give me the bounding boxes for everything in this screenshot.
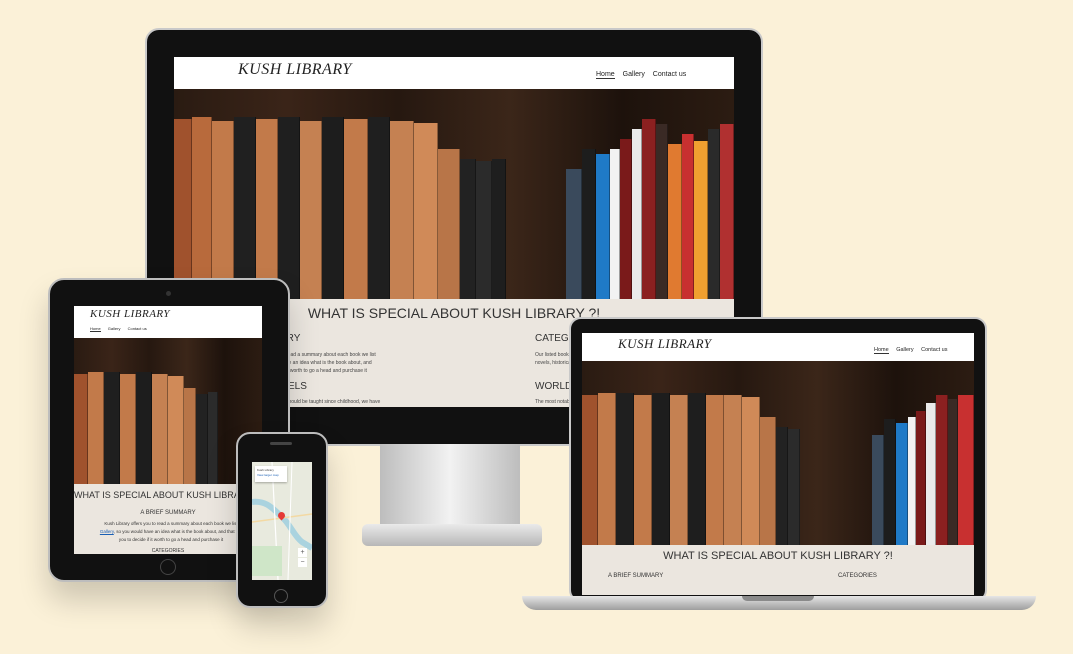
laptop-nav-home[interactable]: Home (874, 347, 889, 354)
laptop-screen: KUSH LIBRARY Home Gallery Contact us WHA… (582, 333, 974, 595)
laptop-nav: Home Gallery Contact us (868, 347, 947, 354)
tablet-camera (166, 291, 171, 296)
phone-home-button[interactable] (274, 589, 288, 603)
laptop-nav-gallery[interactable]: Gallery (896, 347, 913, 353)
laptop-brand[interactable]: KUSH LIBRARY (618, 336, 712, 352)
monitor-base (362, 524, 542, 546)
tablet-brand[interactable]: KUSH LIBRARY (90, 308, 170, 320)
tablet-screen: KUSH LIBRARY Home Gallery Contact us WHA… (74, 306, 262, 554)
tablet-nav-contact[interactable]: Contact us (128, 326, 147, 331)
desktop-header: KUSH LIBRARY Home Gallery Contact us (174, 57, 734, 89)
laptop-section-title: WHAT IS SPECIAL ABOUT KUSH LIBRARY ?! (663, 550, 893, 562)
nav-home[interactable]: Home (596, 71, 615, 79)
phone-speaker (270, 442, 292, 445)
novels-text: should be taught since childhood, we hav… (286, 399, 381, 405)
map-larger-link[interactable]: View larger map (257, 473, 285, 478)
tablet-nav-home[interactable]: Home (90, 326, 101, 332)
brand-logo[interactable]: KUSH LIBRARY (238, 61, 352, 79)
laptop-categories-heading: CATEGORIES (838, 573, 877, 579)
tablet-categories-heading: CATEGORIES (151, 548, 185, 554)
laptop-notch (742, 596, 814, 601)
map-info-card: Kush Library View larger map (255, 466, 287, 482)
tablet-home-button[interactable] (160, 559, 176, 575)
summary-text: read a summary about each book we list v… (286, 352, 376, 374)
nav-contact[interactable]: Contact us (653, 71, 686, 78)
tablet-nav-gallery[interactable]: Gallery (108, 326, 121, 331)
zoom-out-button[interactable]: − (298, 558, 307, 567)
tablet-summary-text: Kush Library offers you to read a summar… (99, 521, 243, 542)
world-heading: WORLD (535, 381, 573, 392)
hero-image (174, 89, 734, 299)
tablet-section: WHAT IS SPECIAL ABOUT KUSH LIBRARY ?! A … (74, 484, 262, 554)
nav-gallery[interactable]: Gallery (623, 71, 645, 78)
laptop-nav-contact[interactable]: Contact us (921, 347, 947, 353)
tablet-nav: Home Gallery Contact us (84, 326, 147, 332)
monitor-stand (380, 444, 520, 524)
tablet-summary-heading: A BRIEF SUMMARY (140, 510, 196, 516)
novels-heading-partial: ELS (288, 381, 307, 392)
laptop-hero (582, 361, 974, 545)
gallery-link[interactable]: Gallery (100, 529, 114, 534)
tablet-hero (74, 338, 262, 484)
laptop-section: WHAT IS SPECIAL ABOUT KUSH LIBRARY ?! A … (582, 545, 974, 595)
phone-screen: Kush Library View larger map + − (252, 462, 312, 580)
laptop-summary-heading: A BRIEF SUMMARY (608, 573, 664, 579)
tablet-section-title: WHAT IS SPECIAL ABOUT KUSH LIBRARY ?! (74, 490, 262, 500)
world-text: The most notable (535, 399, 574, 405)
nav-menu: Home Gallery Contact us (590, 71, 686, 79)
zoom-in-button[interactable]: + (298, 548, 307, 557)
categories-text: Our listed books novels, historical (535, 352, 572, 366)
